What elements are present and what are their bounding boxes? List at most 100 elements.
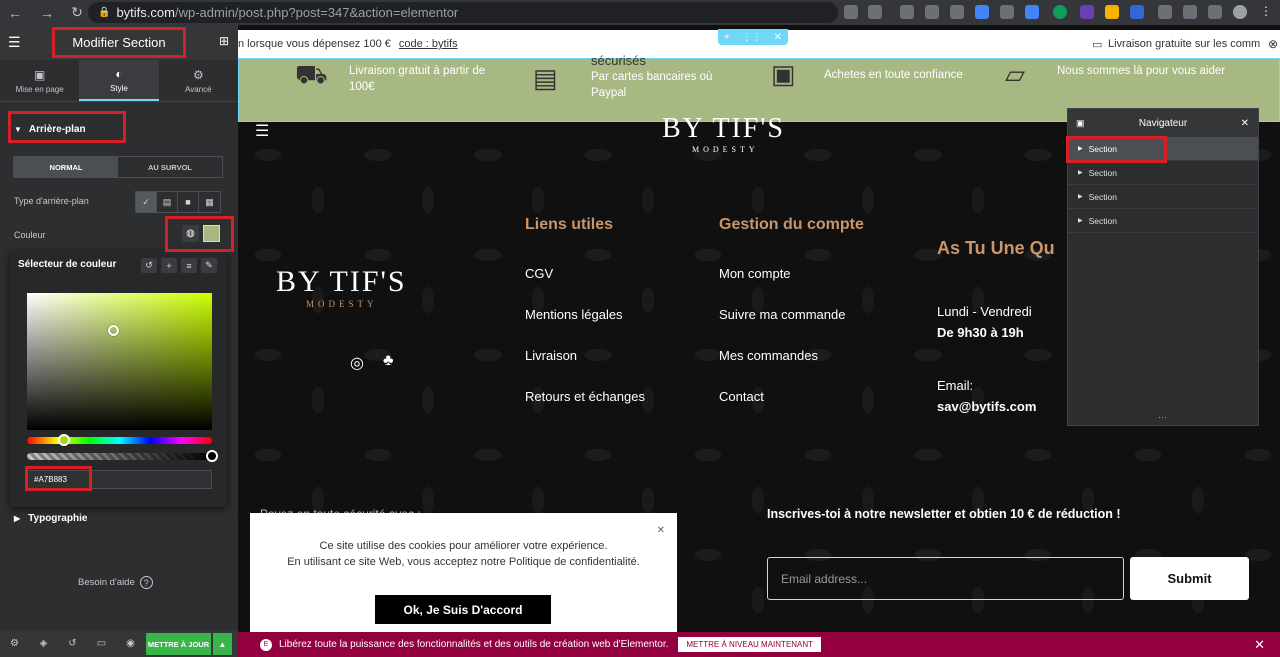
layers-icon[interactable]: ◈ [29, 638, 58, 649]
gradient-icon[interactable]: ▤ [157, 192, 178, 212]
gear-icon: ⚙ [192, 67, 204, 82]
contact-title: As Tu Une Qu [937, 238, 1055, 258]
puzzle-icon[interactable] [1183, 5, 1197, 19]
drag-icon[interactable]: ⋮⋮ [742, 32, 762, 43]
menu-icon[interactable]: ☰ [255, 121, 269, 141]
upgrade-button[interactable]: METTRE À NIVEAU MAINTENANT [678, 637, 822, 652]
share-icon[interactable] [844, 5, 858, 19]
navigator-header[interactable]: ▣ Navigateur ✕ [1068, 109, 1258, 137]
star-icon[interactable] [868, 5, 882, 19]
hue-handle[interactable] [58, 434, 70, 446]
close-icon[interactable]: ✕ [1254, 637, 1265, 653]
close-circle-icon[interactable]: ⊗ [1268, 37, 1278, 51]
resize-handle[interactable]: ⋯ [1158, 412, 1167, 423]
link-my-account[interactable]: Mon compte [719, 266, 791, 281]
eyedropper-icon[interactable]: ✎ [201, 258, 217, 273]
instagram-icon[interactable]: ◎ [350, 353, 364, 373]
navigator-item[interactable]: ▶ Section [1068, 185, 1258, 209]
navigator-item[interactable]: ▶ Section [1068, 209, 1258, 233]
link-delivery[interactable]: Livraison [525, 348, 577, 363]
highlight-box [25, 466, 92, 491]
help-link[interactable]: Besoin d'aide? [78, 576, 153, 589]
back-icon[interactable]: ← [4, 5, 26, 21]
link-my-orders[interactable]: Mes commandes [719, 348, 818, 363]
logo-subtext: MODESTY [692, 145, 759, 154]
logo-text: BY TIF'S [662, 113, 785, 144]
extension-icon[interactable] [1158, 5, 1172, 19]
upgrade-text: Libérez toute la puissance des fonctionn… [279, 639, 669, 650]
link-cgv[interactable]: CGV [525, 266, 553, 281]
grid-icon[interactable]: ⊞ [219, 34, 229, 48]
alpha-slider[interactable] [27, 450, 218, 462]
extension-icon[interactable] [900, 5, 914, 19]
extension-icon[interactable] [1130, 5, 1144, 19]
submit-button[interactable]: Submit [1130, 557, 1249, 600]
history-icon[interactable]: ↺ [58, 638, 87, 649]
navigator-item-label: Section [1088, 191, 1117, 202]
feature-trust: Achetes en toute confiance [824, 67, 984, 83]
link-contact[interactable]: Contact [719, 389, 764, 404]
brush-icon[interactable]: ✓ [136, 192, 157, 212]
typography-section-toggle[interactable]: ▶ Typographie [14, 513, 87, 524]
menu-icon[interactable]: ⋮ [1260, 4, 1274, 18]
tab-layout[interactable]: ▣ Mise en page [0, 60, 79, 101]
extension-icon[interactable] [1105, 5, 1119, 19]
extension-icon[interactable] [950, 5, 964, 19]
logo-subtext: MODESTY [306, 299, 378, 309]
saturation-area[interactable] [27, 293, 212, 430]
tab-advanced[interactable]: ⚙ Avancé [159, 60, 238, 101]
reset-icon[interactable]: ↺ [141, 258, 157, 273]
avatar[interactable] [1233, 5, 1247, 19]
snapchat-icon[interactable]: ♣ [383, 352, 394, 370]
add-icon[interactable]: + [724, 32, 730, 43]
link-legal[interactable]: Mentions légales [525, 307, 623, 322]
alpha-handle[interactable] [206, 450, 218, 462]
highlight-box [8, 111, 126, 143]
close-icon[interactable]: ✕ [1241, 118, 1249, 129]
translate-icon[interactable] [975, 5, 989, 19]
collapse-icon[interactable]: ▣ [1076, 118, 1085, 129]
plus-icon[interactable]: + [161, 258, 177, 273]
link-track-order[interactable]: Suivre ma commande [719, 307, 845, 322]
upgrade-bar: E Libérez toute la puissance des fonctio… [238, 632, 1280, 657]
grammarly-icon[interactable] [1053, 5, 1067, 19]
normal-tab[interactable]: NORMAL [14, 157, 118, 177]
tab-style[interactable]: ◐ Style [79, 60, 159, 101]
hover-tab[interactable]: AU SURVOL [118, 157, 222, 177]
extension-icon[interactable] [1025, 5, 1039, 19]
sidepanel-icon[interactable] [1208, 5, 1222, 19]
delete-icon[interactable]: ✕ [774, 32, 782, 43]
extension-icon[interactable] [1000, 5, 1014, 19]
update-options-button[interactable]: ▲ [213, 633, 232, 655]
extension-icon[interactable] [1080, 5, 1094, 19]
tab-style-label: Style [110, 83, 128, 93]
stack-icon[interactable]: ≡ [181, 258, 197, 273]
feature-payment: sécurisés Par cartes bancaires où Paypal [591, 53, 731, 101]
email-label: Email: [937, 378, 974, 393]
settings-icon[interactable]: ⚙ [0, 638, 29, 649]
slideshow-icon[interactable]: ▦ [199, 192, 220, 212]
feature-desc: Livraison gratuit à partir de 100€ [349, 65, 486, 93]
hue-slider[interactable] [27, 434, 212, 446]
preview-eye-icon[interactable]: ◉ [116, 638, 145, 649]
header-logo[interactable]: BY TIF'S MODESTY [662, 113, 785, 154]
section-handle[interactable]: + ⋮⋮ ✕ [718, 29, 788, 45]
navigator-item[interactable]: ▶ Section [1068, 161, 1258, 185]
highlight-box [52, 27, 186, 58]
saturation-handle[interactable] [108, 325, 119, 336]
address-bar[interactable]: 🔒 bytifs.com/wp-admin/post.php?post=347&… [88, 2, 838, 23]
close-icon[interactable]: ✕ [657, 525, 665, 536]
hamburger-icon[interactable]: ☰ [8, 34, 21, 51]
responsive-icon[interactable]: ▭ [87, 638, 116, 649]
link-returns[interactable]: Retours et échanges [525, 389, 645, 404]
logo-text: BY TIF'S [276, 265, 407, 298]
reload-icon[interactable]: ↻ [66, 4, 88, 21]
forward-icon[interactable]: → [36, 5, 58, 21]
email-value[interactable]: sav@bytifs.com [937, 399, 1036, 414]
extension-icon[interactable] [925, 5, 939, 19]
newsletter-title: Inscrives-toi à notre newsletter et obti… [767, 507, 1121, 521]
update-button[interactable]: METTRE À JOUR [146, 633, 211, 655]
video-icon[interactable]: ■ [178, 192, 199, 212]
email-input[interactable]: Email address... [767, 557, 1124, 600]
cookie-accept-button[interactable]: Ok, Je Suis D'accord [375, 595, 551, 624]
